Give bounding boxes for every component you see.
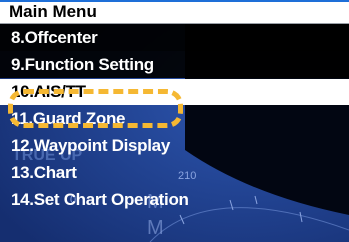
bg-label-m2: M <box>147 217 164 239</box>
radar-screen: TRUE UP 210 0 M M Main Menu 8.Offcenter … <box>0 0 349 242</box>
menu-item-function-setting[interactable]: 9.Function Setting <box>0 51 349 78</box>
menu-item-guard-zone[interactable]: 11.Guard Zone <box>0 105 349 132</box>
title-accent-bar <box>0 0 349 2</box>
menu-item-waypoint-display[interactable]: 12.Waypoint Display <box>0 132 349 159</box>
menu-title: Main Menu <box>0 0 349 24</box>
main-menu-list: 8.Offcenter 9.Function Setting 10.AIS/TT… <box>0 24 349 213</box>
menu-item-ais-tt[interactable]: 10.AIS/TT <box>0 79 349 105</box>
menu-item-offcenter[interactable]: 8.Offcenter <box>0 24 349 51</box>
menu-item-chart[interactable]: 13.Chart <box>0 159 349 186</box>
menu-item-set-chart-operation[interactable]: 14.Set Chart Operation <box>0 186 349 213</box>
